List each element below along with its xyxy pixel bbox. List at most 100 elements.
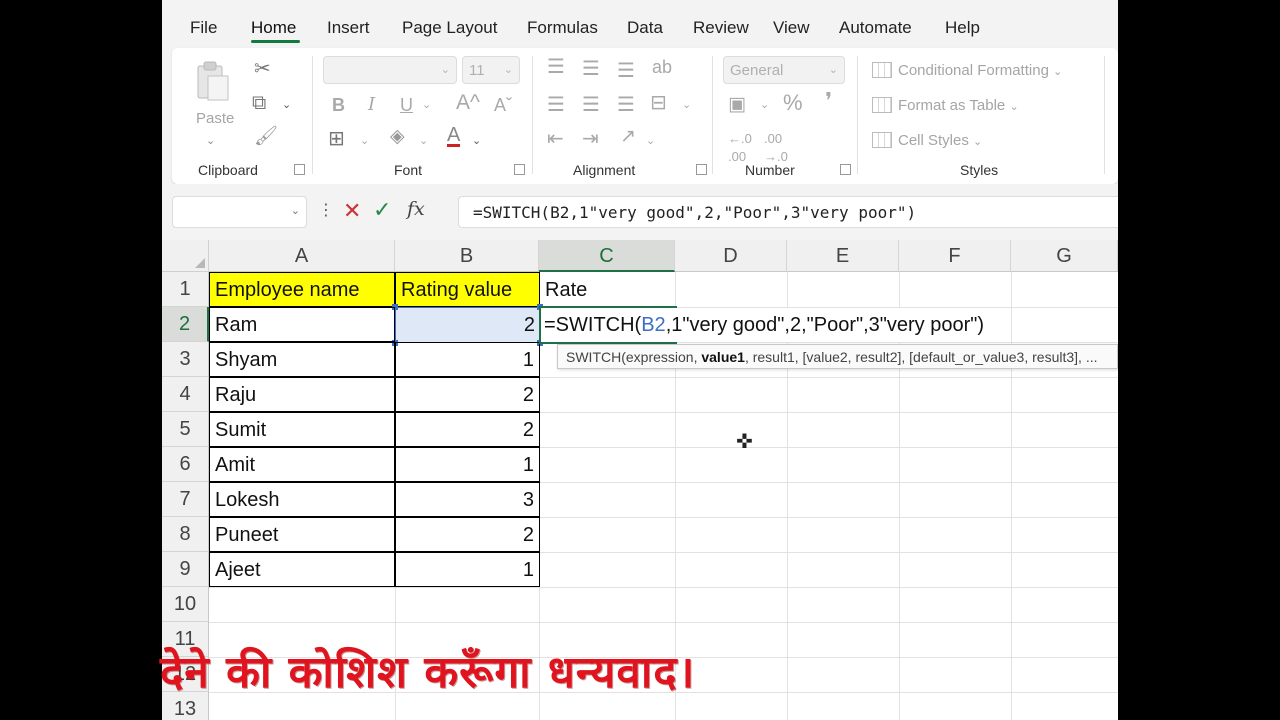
number-launcher-icon[interactable]: . bbox=[840, 164, 851, 175]
cell-a2[interactable]: Ram bbox=[209, 307, 395, 342]
cell-a7[interactable]: Lokesh bbox=[209, 482, 395, 517]
tab-automate[interactable]: Automate bbox=[839, 18, 912, 38]
row-header-10[interactable]: 10 bbox=[162, 587, 209, 622]
tab-home[interactable]: Home bbox=[251, 18, 296, 38]
number-format-select[interactable]: General ⌄ bbox=[723, 56, 845, 84]
cell-b3[interactable]: 1 bbox=[395, 342, 540, 377]
wrap-text-icon[interactable]: ab bbox=[652, 58, 672, 76]
copy-icon[interactable]: ⧉ bbox=[252, 93, 266, 113]
align-middle-icon[interactable]: ☰ bbox=[582, 59, 600, 79]
row-header-8[interactable]: 8 bbox=[162, 517, 209, 552]
cell-b8[interactable]: 2 bbox=[395, 517, 540, 552]
formula-input[interactable]: =SWITCH(B2,1"very good",2,"Poor",3"very … bbox=[458, 196, 1118, 228]
cell-a6[interactable]: Amit bbox=[209, 447, 395, 482]
row-header-2[interactable]: 2 bbox=[162, 307, 209, 342]
tab-help[interactable]: Help bbox=[945, 18, 980, 38]
cell-b7[interactable]: 3 bbox=[395, 482, 540, 517]
percent-icon[interactable]: % bbox=[783, 92, 803, 114]
row-header-7[interactable]: 7 bbox=[162, 482, 209, 517]
cell-a5[interactable]: Sumit bbox=[209, 412, 395, 447]
column-header-a[interactable]: A bbox=[209, 240, 395, 272]
bold-icon[interactable]: B bbox=[332, 96, 345, 114]
tab-data[interactable]: Data bbox=[627, 18, 663, 38]
chevron-down-icon[interactable]: ⌄ bbox=[360, 132, 369, 150]
format-as-table-button[interactable]: Format as Table ⌄ bbox=[872, 97, 1019, 114]
column-header-f[interactable]: F bbox=[899, 240, 1011, 272]
enter-check-icon[interactable]: ✓ bbox=[373, 197, 391, 223]
select-all-button[interactable] bbox=[162, 240, 209, 272]
tab-formulas[interactable]: Formulas bbox=[527, 18, 598, 38]
column-header-g[interactable]: G bbox=[1011, 240, 1118, 272]
format-painter-icon[interactable]: 🖌 bbox=[254, 127, 278, 146]
cell-a8[interactable]: Puneet bbox=[209, 517, 395, 552]
insert-function-icon[interactable]: fx bbox=[407, 198, 425, 220]
decrease-indent-icon[interactable]: ⇤ bbox=[547, 129, 564, 149]
alignment-launcher-icon[interactable]: . bbox=[696, 164, 707, 175]
cell-c2-editor[interactable]: =SWITCH(B2,1"very good",2,"Poor",3"very … bbox=[544, 308, 986, 342]
chevron-down-icon[interactable]: ⌄ bbox=[760, 96, 769, 114]
row-header-4[interactable]: 4 bbox=[162, 377, 209, 412]
cell-a9[interactable]: Ajeet bbox=[209, 552, 395, 587]
row-header-6[interactable]: 6 bbox=[162, 447, 209, 482]
font-color-icon[interactable]: A bbox=[447, 125, 461, 147]
font-name-select[interactable]: ⌄ bbox=[323, 56, 457, 84]
merge-center-icon[interactable]: ⊟ bbox=[650, 93, 667, 113]
font-launcher-icon[interactable]: . bbox=[514, 164, 525, 175]
cell-b4[interactable]: 2 bbox=[395, 377, 540, 412]
more-options-icon[interactable]: ⋮ bbox=[318, 200, 334, 220]
cell-b5[interactable]: 2 bbox=[395, 412, 540, 447]
cell-styles-button[interactable]: Cell Styles ⌄ bbox=[872, 132, 982, 149]
align-top-icon[interactable]: ☰ bbox=[547, 57, 565, 77]
cancel-icon[interactable]: ✕ bbox=[343, 198, 361, 224]
font-size-select[interactable]: 11 ⌄ bbox=[462, 56, 520, 84]
cell-c1[interactable]: Rate bbox=[540, 273, 675, 308]
function-argument-tooltip[interactable]: SWITCH(expression, value1, result1, [val… bbox=[557, 344, 1118, 369]
cell-a3[interactable]: Shyam bbox=[209, 342, 395, 377]
underline-icon[interactable]: U bbox=[400, 96, 413, 114]
cell-a4[interactable]: Raju bbox=[209, 377, 395, 412]
tab-page-layout[interactable]: Page Layout bbox=[402, 18, 497, 38]
tab-insert[interactable]: Insert bbox=[327, 18, 370, 38]
chevron-down-icon[interactable]: ⌄ bbox=[472, 132, 481, 150]
tab-review[interactable]: Review bbox=[693, 18, 749, 38]
align-right-icon[interactable]: ☰ bbox=[617, 95, 635, 115]
align-center-icon[interactable]: ☰ bbox=[582, 95, 600, 115]
align-left-icon[interactable]: ☰ bbox=[547, 95, 565, 115]
column-header-c[interactable]: C bbox=[539, 240, 675, 272]
name-box[interactable]: ⌄ bbox=[172, 196, 307, 228]
increase-decimal-icon[interactable]: ←.0.00 bbox=[728, 130, 752, 166]
chevron-down-icon[interactable]: ⌄ bbox=[646, 132, 655, 150]
tab-file[interactable]: File bbox=[190, 18, 217, 38]
comma-style-icon[interactable]: ❜ bbox=[825, 90, 832, 112]
row-header-3[interactable]: 3 bbox=[162, 342, 209, 377]
orientation-icon[interactable]: ↗ bbox=[620, 127, 636, 146]
cut-icon[interactable]: ✂ bbox=[254, 59, 271, 79]
column-header-e[interactable]: E bbox=[787, 240, 899, 272]
cell-b6[interactable]: 1 bbox=[395, 447, 540, 482]
clipboard-launcher-icon[interactable]: . bbox=[294, 164, 305, 175]
increase-indent-icon[interactable]: ⇥ bbox=[582, 129, 599, 149]
cell-b2[interactable]: 2 bbox=[396, 308, 540, 343]
row-header-9[interactable]: 9 bbox=[162, 552, 209, 587]
tab-view[interactable]: View bbox=[773, 18, 810, 38]
decrease-font-icon[interactable]: Aˇ bbox=[494, 96, 512, 114]
column-header-d[interactable]: D bbox=[675, 240, 787, 272]
chevron-down-icon[interactable]: ⌄ bbox=[422, 96, 431, 114]
conditional-formatting-button[interactable]: Conditional Formatting ⌄ bbox=[872, 62, 1062, 79]
fill-color-icon[interactable]: ◈ bbox=[390, 127, 405, 146]
cell-b1[interactable]: Rating value bbox=[395, 272, 540, 307]
paste-button[interactable]: Paste ⌄ bbox=[190, 60, 234, 150]
italic-icon[interactable]: I bbox=[368, 96, 375, 114]
accounting-format-icon[interactable]: ▣ bbox=[728, 95, 746, 114]
row-header-1[interactable]: 1 bbox=[162, 272, 209, 307]
chevron-down-icon[interactable]: ⌄ bbox=[282, 96, 291, 114]
decrease-decimal-icon[interactable]: .00 →.0 bbox=[764, 130, 788, 166]
increase-font-icon[interactable]: A^ bbox=[456, 92, 480, 113]
align-bottom-icon[interactable]: ☰ bbox=[617, 61, 635, 81]
cell-b9[interactable]: 1 bbox=[395, 552, 540, 587]
borders-icon[interactable]: ⊞ bbox=[328, 129, 345, 149]
chevron-down-icon[interactable]: ⌄ bbox=[419, 132, 428, 150]
row-header-5[interactable]: 5 bbox=[162, 412, 209, 447]
column-header-b[interactable]: B bbox=[395, 240, 539, 272]
cell-a1[interactable]: Employee name bbox=[209, 272, 395, 307]
